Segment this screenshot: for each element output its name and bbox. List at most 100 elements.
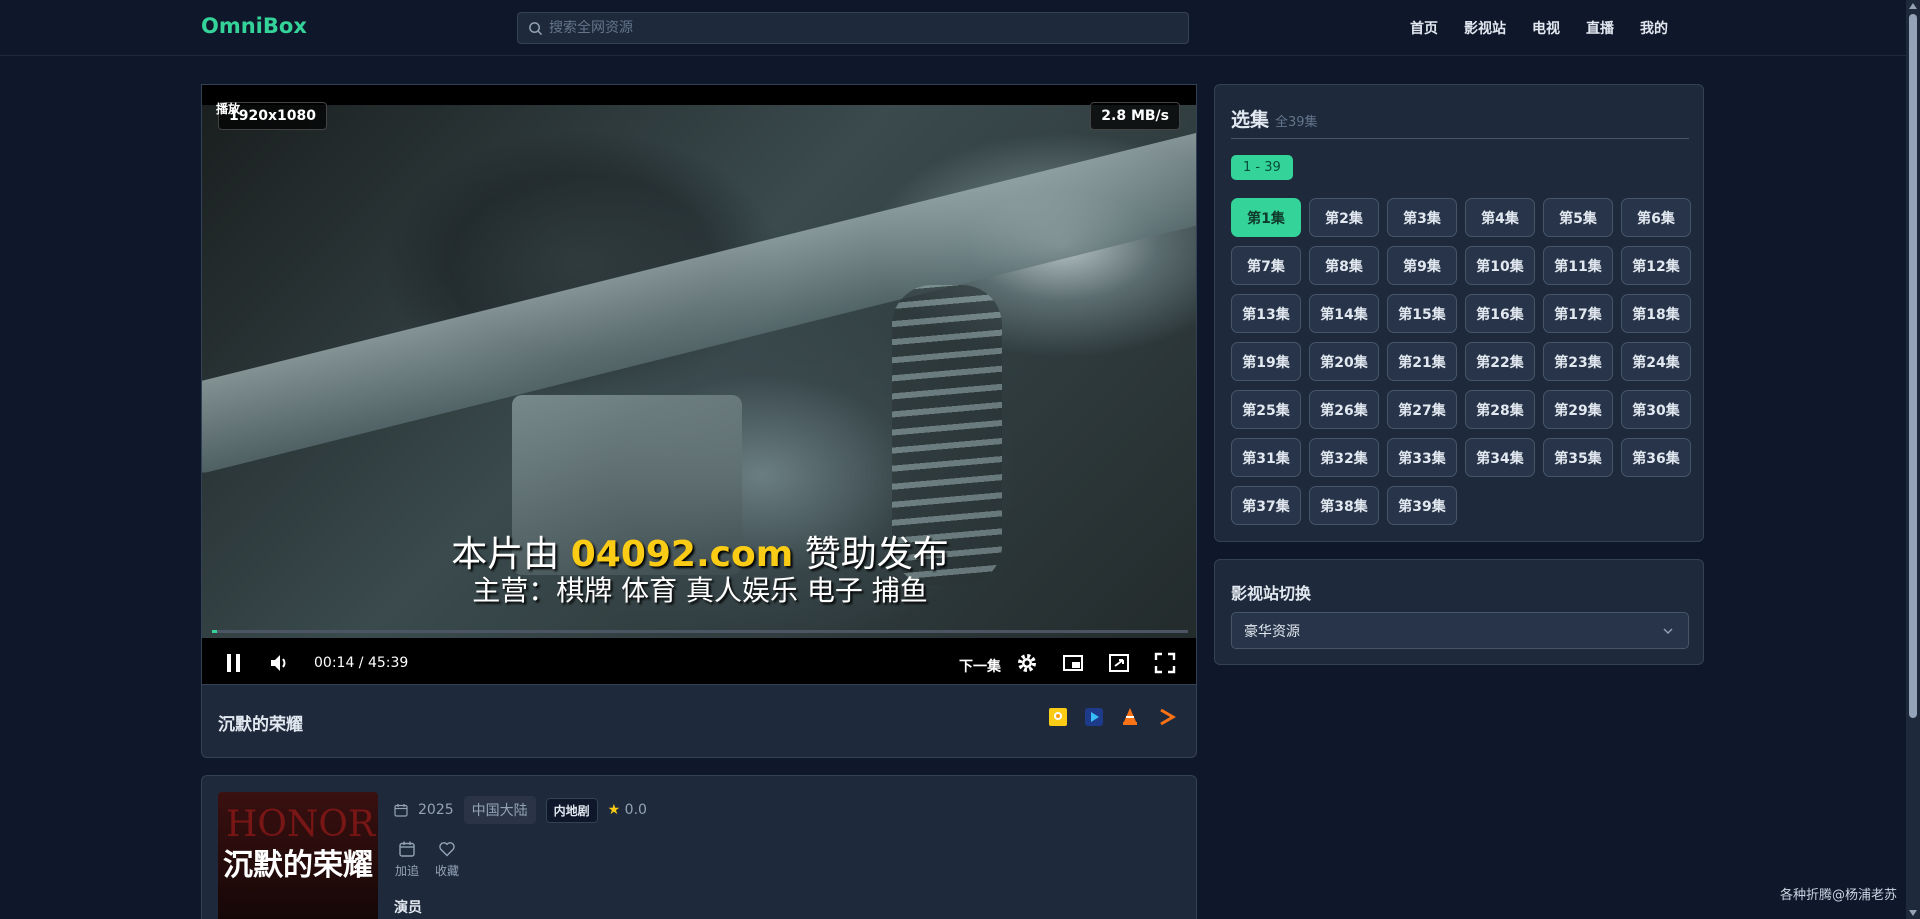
episode-button[interactable]: 第25集 [1231,390,1301,429]
episode-button[interactable]: 第9集 [1387,246,1457,285]
time-display: 00:14 / 45:39 [314,655,409,671]
video-region: 中国大陆 [463,796,536,824]
episode-heading: 选集 [1231,109,1270,131]
episode-button[interactable]: 第10集 [1465,246,1535,285]
vlc-icon[interactable] [1120,707,1140,727]
video-genre: 内地剧 [545,797,598,823]
video-title: 沉默的荣耀 [218,715,303,735]
episode-button[interactable]: 第38集 [1309,486,1379,525]
episode-button[interactable]: 第13集 [1231,294,1301,333]
episode-button[interactable]: 第12集 [1621,246,1691,285]
source-selected-value: 豪华资源 [1244,623,1300,640]
episode-button[interactable]: 第19集 [1231,342,1301,381]
episode-button[interactable]: 第5集 [1543,198,1613,237]
episode-button[interactable]: 第16集 [1465,294,1535,333]
episode-button[interactable]: 第2集 [1309,198,1379,237]
infuse-play-icon[interactable] [1156,707,1176,727]
progress-bar[interactable] [212,630,1188,633]
episode-button[interactable]: 第31集 [1231,438,1301,477]
web-fullscreen-icon[interactable] [1108,652,1130,674]
episode-button[interactable]: 第17集 [1543,294,1613,333]
episode-button[interactable]: 第15集 [1387,294,1457,333]
episode-button[interactable]: 第32集 [1309,438,1379,477]
search-icon [529,21,543,35]
episode-button[interactable]: 第24集 [1621,342,1691,381]
media-player-icon[interactable] [1084,707,1104,727]
potplayer-icon[interactable] [1048,707,1068,727]
video-player[interactable]: 1920x1080 播放 2.8 MB/s 本片由 04092.com 赞助发布… [201,84,1197,685]
settings-gear-icon[interactable] [1016,652,1038,674]
episode-button[interactable]: 第36集 [1621,438,1691,477]
subtitle-line-2: 主营：棋牌 体育 真人娱乐 电子 捕鱼 [472,574,928,607]
episode-button[interactable]: 第3集 [1387,198,1457,237]
video-rating: ★ 0.0 [608,802,647,818]
episode-button[interactable]: 第37集 [1231,486,1301,525]
episode-panel-header: 选集 全39集 [1231,105,1689,139]
episode-button[interactable]: 第11集 [1543,246,1613,285]
episode-range-tab[interactable]: 1 - 39 [1231,155,1293,180]
favorite-label: 收藏 [434,864,459,878]
play-tag: 播放 [216,102,241,116]
pause-icon[interactable] [224,652,244,674]
episode-button[interactable]: 第18集 [1621,294,1691,333]
episode-button[interactable]: 第6集 [1621,198,1691,237]
page-scrollbar[interactable] [1906,0,1920,919]
episode-button[interactable]: 第22集 [1465,342,1535,381]
video-actions: 加追 收藏 [394,840,460,879]
episode-button[interactable]: 第8集 [1309,246,1379,285]
next-episode-button[interactable]: 下一集 [959,656,1001,676]
episode-button[interactable]: 第14集 [1309,294,1379,333]
speed-badge: 2.8 MB/s [1090,102,1180,130]
episode-button[interactable]: 第4集 [1465,198,1535,237]
episode-button[interactable]: 第34集 [1465,438,1535,477]
cast-heading: 演员 [394,900,422,916]
progress-fill [212,630,217,633]
source-select[interactable]: 豪华资源 [1231,612,1689,649]
nav-tv[interactable]: 电视 [1532,18,1560,38]
search-input[interactable] [549,20,1149,36]
source-heading: 影视站切换 [1231,584,1312,603]
episode-button[interactable]: 第29集 [1543,390,1613,429]
episode-button[interactable]: 第39集 [1387,486,1457,525]
footer-credit: 各种折腾@杨浦老苏 [1780,888,1898,903]
episode-button[interactable]: 第7集 [1231,246,1301,285]
scroll-down-arrow-icon[interactable] [1909,910,1917,916]
nav-vod-sites[interactable]: 影视站 [1464,18,1506,38]
poster-title: 沉默的荣耀 [223,848,373,883]
episode-button[interactable]: 第1集 [1231,198,1301,237]
video-meta: 2025 中国大陆 内地剧 ★ 0.0 [394,796,647,824]
chevron-down-icon [1663,628,1673,634]
episode-button[interactable]: 第21集 [1387,342,1457,381]
external-player-icons [1048,707,1176,727]
episode-button[interactable]: 第20集 [1309,342,1379,381]
episode-button[interactable]: 第23集 [1543,342,1613,381]
star-icon: ★ [607,802,621,818]
fullscreen-icon[interactable] [1154,652,1176,674]
nav-live[interactable]: 直播 [1586,18,1614,38]
video-info-card: HONOR 沉默的荣耀 2025 中国大陆 内地剧 ★ 0.0 加追 收藏 演员 [201,775,1197,919]
nav-home[interactable]: 首页 [1410,18,1438,38]
player-controls: 00:14 / 45:39 下一集 [202,640,1196,684]
video-poster[interactable]: HONOR 沉默的荣耀 [218,792,378,919]
top-header: OmniBox 首页 影视站 电视 直播 我的 [0,0,1906,56]
volume-icon[interactable] [268,652,290,674]
picture-in-picture-icon[interactable] [1062,652,1084,674]
episode-button[interactable]: 第33集 [1387,438,1457,477]
video-year: 2025 [418,802,454,818]
episode-panel: 选集 全39集 1 - 39 第1集 第2集 第3集 第4集 第5集 第6集第7集 第8集 第9… [1214,84,1704,542]
episode-grid: 第1集 第2集 第3集 第4集 第5集 第6集 第7集 第8集 第9集 第10集 第11集 第12集第… [1231,198,1691,525]
episode-button[interactable]: 第30集 [1621,390,1691,429]
episode-button[interactable]: 第28集 [1465,390,1535,429]
favorite-button[interactable]: 收藏 [434,840,460,879]
episode-button[interactable]: 第35集 [1543,438,1613,477]
episode-button[interactable]: 第27集 [1387,390,1457,429]
poster-background-lettering: HONOR [226,804,376,845]
scrollbar-thumb[interactable] [1909,14,1917,718]
episode-button[interactable]: 第26集 [1309,390,1379,429]
scroll-up-arrow-icon[interactable] [1909,3,1917,9]
rating-value: 0.0 [624,802,647,818]
follow-button[interactable]: 加追 [394,840,420,879]
search-box[interactable] [517,12,1189,44]
app-logo[interactable]: OmniBox [201,14,307,38]
nav-mine[interactable]: 我的 [1640,18,1668,38]
